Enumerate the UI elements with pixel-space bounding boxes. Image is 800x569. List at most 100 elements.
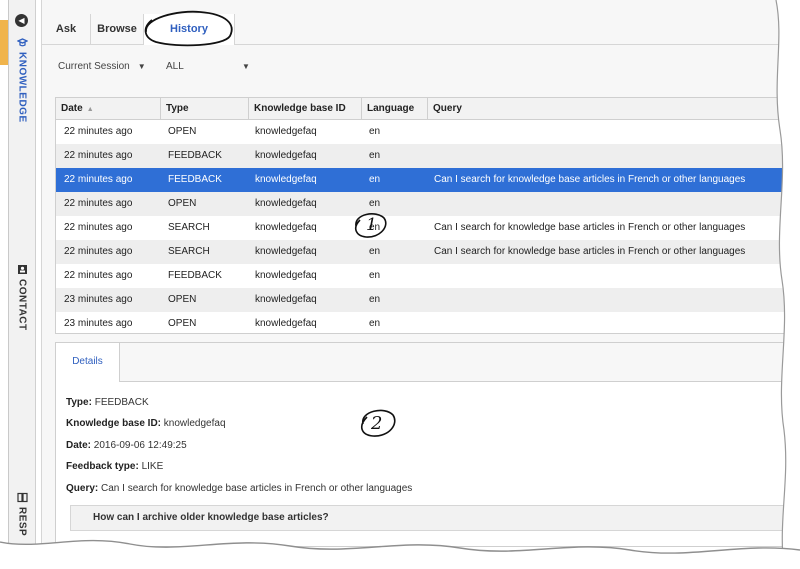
table-cell-language: en	[369, 126, 381, 137]
sidebar-tab-responses[interactable]: RESP	[9, 491, 35, 536]
table-cell-query	[434, 312, 794, 336]
table-cell-language: en	[369, 270, 381, 281]
detail-date-label: Date:	[66, 440, 92, 451]
table-cell-kb: knowledgefaq	[255, 198, 317, 209]
contact-icon	[16, 263, 28, 275]
tab-history[interactable]: History	[144, 14, 235, 45]
table-cell-date: 22 minutes ago	[64, 126, 133, 137]
table-cell-query	[434, 192, 794, 216]
article-accordion-item[interactable]: How can I archive older knowledge base a…	[70, 505, 800, 531]
table-cell-query: Can I search for knowledge base articles…	[434, 222, 746, 233]
table-cell-date: 22 minutes ago	[64, 246, 133, 257]
active-marker	[0, 20, 8, 65]
detail-feedback-value: LIKE	[141, 461, 164, 472]
scope-dropdown-value: ALL	[166, 61, 184, 72]
table-row[interactable]: 22 minutes ago SEARCH knowledgefaq en Can I …	[56, 240, 800, 264]
table-cell-kb: knowledgefaq	[255, 270, 317, 281]
detail-type-label: Type:	[66, 397, 92, 408]
tab-browse[interactable]: Browse	[91, 14, 144, 44]
table-cell-kb: knowledgefaq	[255, 150, 317, 161]
vertical-sidebar: ◀ KNOWLEDGE CONTACT RESP	[9, 0, 36, 545]
left-edge-strip	[0, 0, 9, 545]
chevron-down-icon: ▼	[242, 62, 250, 71]
table-cell-type: OPEN	[168, 126, 197, 137]
detail-query: Query: Can I search for knowledge base a…	[66, 483, 412, 494]
collapse-left-icon[interactable]: ◀	[15, 14, 28, 27]
column-header-type[interactable]: Type	[161, 98, 249, 119]
column-header-kb[interactable]: Knowledge base ID	[249, 98, 362, 119]
column-header-query[interactable]: Query	[428, 98, 800, 119]
column-header-date-label: Date	[61, 103, 83, 114]
table-cell-language: en	[369, 294, 381, 305]
detail-feedback-label: Feedback type:	[66, 461, 139, 472]
table-row[interactable]: 22 minutes ago OPEN knowledgefaq en	[56, 120, 800, 144]
table-cell-language: en	[369, 198, 381, 209]
sidebar-label-responses: RESP	[16, 507, 28, 537]
screenshot-page: ◀ KNOWLEDGE CONTACT RESP Ask Browse Hist…	[0, 0, 800, 569]
detail-type: Type: FEEDBACK	[66, 397, 149, 408]
tab-details[interactable]: Details	[56, 343, 120, 382]
history-table: Date ▲ Type Knowledge base ID Language Qu…	[55, 97, 800, 334]
tab-ask[interactable]: Ask	[42, 14, 91, 44]
table-cell-query: Can I search for knowledge base articles…	[434, 174, 746, 185]
table-cell-language: en	[369, 318, 381, 329]
table-cell-language: en	[369, 150, 381, 161]
table-cell-query	[434, 264, 794, 288]
table-row[interactable]: 22 minutes ago FEEDBACK knowledgefaq en	[56, 144, 800, 168]
table-cell-language: en	[369, 174, 381, 185]
toolbar-button[interactable]	[780, 55, 800, 77]
session-dropdown[interactable]: Current Session ▼	[58, 61, 146, 72]
sidebar-tab-knowledge[interactable]: KNOWLEDGE	[9, 36, 35, 123]
sidebar-tab-contact[interactable]: CONTACT	[9, 263, 35, 331]
detail-query-value: Can I search for knowledge base articles…	[101, 483, 413, 494]
detail-date-value: 2016-09-06 12:49:25	[93, 440, 187, 451]
responses-icon	[16, 491, 28, 503]
table-cell-kb: knowledgefaq	[255, 246, 317, 257]
table-row[interactable]: 23 minutes ago OPEN knowledgefaq en	[56, 288, 800, 312]
table-cell-kb: knowledgefaq	[255, 318, 317, 329]
filter-bar: Current Session ▼ ALL ▼	[42, 45, 800, 93]
detail-kb-value: knowledgefaq	[163, 418, 226, 429]
table-cell-language: en	[369, 246, 381, 257]
sidebar-label-knowledge: KNOWLEDGE	[16, 52, 28, 123]
column-header-date[interactable]: Date ▲	[56, 98, 161, 119]
table-row[interactable]: 22 minutes ago FEEDBACK knowledgefaq en	[56, 264, 800, 288]
table-cell-date: 22 minutes ago	[64, 222, 133, 233]
table-cell-date: 23 minutes ago	[64, 318, 133, 329]
detail-kb: Knowledge base ID: knowledgefaq	[66, 418, 226, 429]
detail-type-value: FEEDBACK	[94, 397, 149, 408]
table-cell-type: SEARCH	[168, 222, 210, 233]
scope-dropdown[interactable]: ALL ▼	[166, 61, 250, 72]
sidebar-label-contact: CONTACT	[16, 279, 28, 331]
table-cell-type: OPEN	[168, 294, 197, 305]
table-cell-type: FEEDBACK	[168, 174, 222, 185]
article-title: How can I archive older knowledge base a…	[93, 512, 329, 523]
table-cell-language: en	[369, 222, 381, 233]
table-cell-kb: knowledgefaq	[255, 174, 317, 185]
table-cell-type: FEEDBACK	[168, 150, 222, 161]
chevron-down-icon: ▼	[137, 62, 146, 71]
table-cell-query: Can I search for knowledge base articles…	[434, 246, 746, 257]
table-row[interactable]: 22 minutes ago FEEDBACK knowledgefaq en Can …	[56, 168, 800, 192]
table-cell-query	[434, 120, 794, 144]
detail-date: Date: 2016-09-06 12:49:25	[66, 440, 187, 451]
table-cell-query	[434, 144, 794, 168]
table-header: Date ▲ Type Knowledge base ID Language Qu…	[56, 98, 800, 120]
details-panel: Details Type: FEEDBACK Knowledge base ID…	[55, 342, 800, 547]
table-cell-date: 22 minutes ago	[64, 150, 133, 161]
column-header-language[interactable]: Language	[362, 98, 428, 119]
table-cell-query	[434, 288, 794, 312]
table-row[interactable]: 23 minutes ago OPEN knowledgefaq en	[56, 312, 800, 336]
table-cell-date: 22 minutes ago	[64, 174, 133, 185]
detail-feedback: Feedback type: LIKE	[66, 461, 163, 472]
table-cell-type: OPEN	[168, 318, 197, 329]
table-row[interactable]: 22 minutes ago OPEN knowledgefaq en	[56, 192, 800, 216]
knowledge-icon	[16, 36, 28, 48]
table-cell-kb: knowledgefaq	[255, 126, 317, 137]
table-row[interactable]: 22 minutes ago SEARCH knowledgefaq en Can I …	[56, 216, 800, 240]
table-cell-date: 22 minutes ago	[64, 198, 133, 209]
sort-ascending-icon: ▲	[86, 106, 94, 113]
table-cell-type: SEARCH	[168, 246, 210, 257]
table-cell-kb: knowledgefaq	[255, 294, 317, 305]
detail-kb-label: Knowledge base ID:	[66, 418, 162, 429]
